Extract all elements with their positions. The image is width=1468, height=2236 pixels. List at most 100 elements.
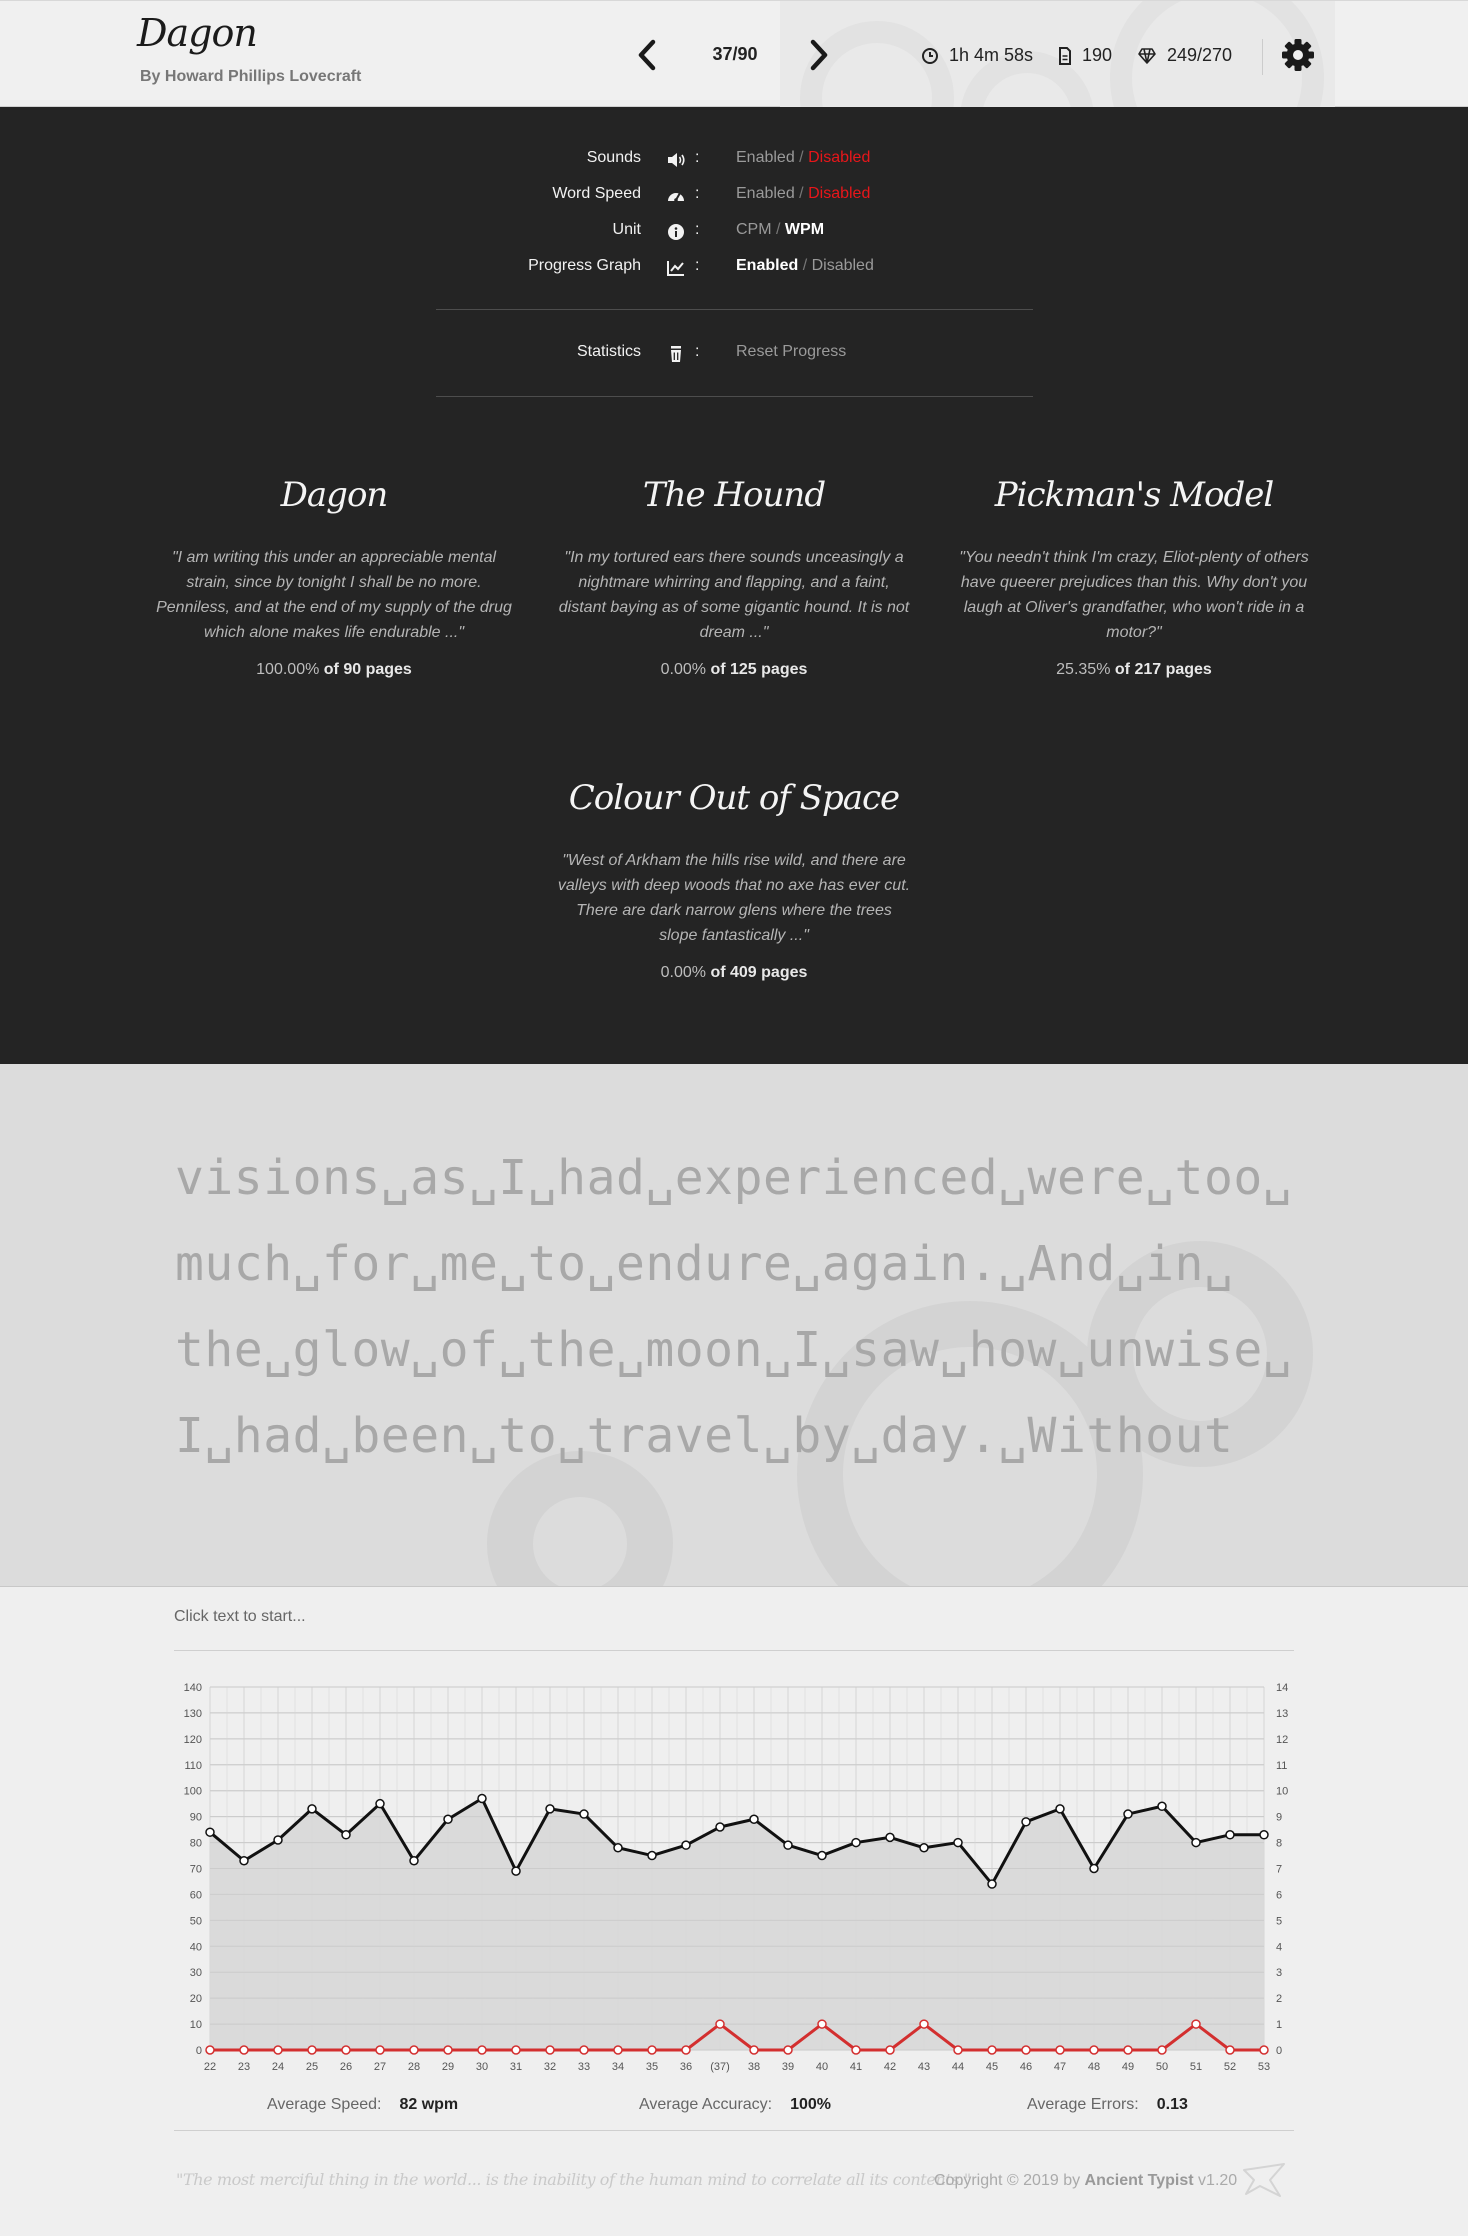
word-speed-options: Enabled / Disabled — [736, 185, 871, 202]
errors-point — [341, 2045, 351, 2055]
errors-point — [987, 2045, 997, 2055]
clock-icon — [922, 47, 938, 64]
setting-label: Word Speed — [552, 185, 641, 202]
setting-label: Unit — [612, 221, 641, 238]
x-tick-label: 43 — [918, 2061, 930, 2073]
errors-point — [1123, 2045, 1133, 2055]
errors-point — [205, 2045, 215, 2055]
x-tick-label: (37) — [710, 2061, 730, 2073]
story-quote: "West of Arkham the hills rise wild, and… — [557, 852, 911, 944]
speed-point — [647, 1850, 657, 1861]
errors-point — [851, 2045, 861, 2055]
progress-graph-enabled-option[interactable]: Enabled — [736, 257, 798, 274]
x-tick-label: 51 — [1190, 2061, 1202, 2073]
story-title[interactable]: Pickman's Model — [954, 465, 1314, 525]
speed-point — [443, 1814, 453, 1824]
x-tick-label: 30 — [476, 2061, 488, 2073]
speed-point — [749, 1814, 759, 1824]
errors-point — [477, 2045, 487, 2055]
story-card-the-hound[interactable]: The Hound "In my tortured ears there sou… — [554, 465, 914, 679]
speed-point — [1055, 1804, 1065, 1814]
reading-line[interactable]: the␣glow␣of␣the␣moon␣I␣saw␣how␣unwise␣ — [175, 1322, 1292, 1378]
start-hint[interactable]: Click text to start... — [174, 1608, 306, 1626]
speed-point — [1225, 1830, 1235, 1840]
x-tick-label: 25 — [306, 2061, 318, 2073]
story-card-pickmans-model[interactable]: Pickman's Model "You needn't think I'm c… — [954, 465, 1314, 679]
reading-line[interactable]: much␣for␣me␣to␣endure␣again.␣And␣in␣ — [175, 1236, 1233, 1292]
y-left-tick-label: 40 — [190, 1941, 202, 1953]
reading-text-area[interactable]: visions␣as␣I␣had␣experienced␣were␣too␣ m… — [0, 1064, 1468, 1587]
x-tick-label: 53 — [1258, 2061, 1270, 2073]
y-left-tick-label: 80 — [190, 1838, 202, 1850]
average-errors-value: 0.13 — [1156, 2096, 1188, 2113]
errors-point — [579, 2045, 589, 2055]
errors-point — [375, 2045, 385, 2055]
settings-divider — [436, 309, 1033, 310]
x-tick-label: 22 — [204, 2061, 216, 2073]
setting-row-progress-graph: Progress Graph : Enabled / Disabled — [0, 257, 1468, 281]
speed-point — [613, 1843, 623, 1853]
errors-point — [273, 2045, 283, 2055]
x-tick-label: 29 — [442, 2061, 454, 2073]
diamond-icon — [1138, 47, 1156, 64]
x-tick-label: 50 — [1156, 2061, 1168, 2073]
story-progress: 0.00% of 125 pages — [660, 661, 808, 678]
word-speed-enabled-option[interactable]: Enabled — [736, 185, 795, 202]
copyright: Copyright © 2019 by Ancient Typist v1.20 — [934, 2172, 1238, 2189]
sounds-disabled-option[interactable]: Disabled — [808, 149, 870, 166]
story-title[interactable]: The Hound — [554, 465, 914, 525]
setting-row-sounds: Sounds : Enabled / Disabled — [0, 149, 1468, 173]
setting-label: Sounds — [586, 149, 641, 166]
y-left-tick-label: 130 — [184, 1708, 202, 1720]
reading-line[interactable]: I␣had␣been␣to␣travel␣by␣day.␣Without — [175, 1408, 1233, 1464]
y-right-tick-label: 0 — [1276, 2045, 1282, 2057]
brand-logo-icon — [1243, 2163, 1285, 2197]
errors-point — [545, 2045, 555, 2055]
setting-label: Progress Graph — [528, 257, 641, 274]
unit-cpm-option[interactable]: CPM — [736, 221, 772, 238]
previous-page-button[interactable] — [633, 35, 663, 75]
y-right-tick-label: 6 — [1276, 1889, 1282, 1901]
x-tick-label: 36 — [680, 2061, 692, 2073]
story-progress: 25.35% of 217 pages — [1056, 661, 1212, 678]
info-icon — [668, 224, 684, 240]
speaker-icon — [668, 153, 685, 167]
speed-point — [953, 1837, 963, 1848]
story-title[interactable]: Dagon — [154, 465, 514, 525]
document-icon — [1059, 46, 1071, 65]
settings-button[interactable] — [1280, 37, 1316, 73]
sounds-enabled-option[interactable]: Enabled — [736, 149, 795, 166]
reading-line[interactable]: visions␣as␣I␣had␣experienced␣were␣too␣ — [175, 1150, 1292, 1206]
next-page-button[interactable] — [803, 35, 833, 75]
x-tick-label: 23 — [238, 2061, 250, 2073]
speed-point — [375, 1798, 385, 1809]
x-tick-label: 28 — [408, 2061, 420, 2073]
speed-point — [545, 1804, 555, 1814]
elapsed-time-stat: 1h 4m 58s — [921, 45, 1033, 66]
average-errors: Average Errors: 0.13 — [1027, 2096, 1188, 2113]
progress-graph-disabled-option[interactable]: Disabled — [812, 257, 874, 274]
story-card-colour-out-of-space[interactable]: Colour Out of Space "West of Arkham the … — [554, 768, 914, 982]
speed-point — [579, 1809, 589, 1819]
chevron-right-icon — [810, 39, 828, 71]
x-tick-label: 27 — [374, 2061, 386, 2073]
x-tick-label: 26 — [340, 2061, 352, 2073]
progress-graph-options: Enabled / Disabled — [736, 257, 874, 274]
reset-progress-button[interactable]: Reset Progress — [736, 343, 846, 360]
x-tick-label: 48 — [1088, 2061, 1100, 2073]
word-count: 190 — [1082, 45, 1113, 65]
story-quote: "In my tortured ears there sounds unceas… — [558, 549, 910, 641]
story-card-dagon[interactable]: Dagon "I am writing this under an apprec… — [154, 465, 514, 679]
word-speed-disabled-option[interactable]: Disabled — [808, 185, 870, 202]
top-header: Dagon By Howard Phillips Lovecraft 37/90… — [0, 0, 1468, 107]
speed-point — [341, 1830, 351, 1840]
y-left-tick-label: 20 — [190, 1993, 202, 2005]
speed-point — [307, 1804, 317, 1814]
errors-point — [885, 2045, 895, 2055]
average-speed-value: 82 wpm — [399, 2096, 459, 2113]
x-tick-label: 40 — [816, 2061, 828, 2073]
setting-row-unit: Unit : CPM / WPM — [0, 221, 1468, 245]
brand-link[interactable]: Ancient Typist — [1085, 2172, 1194, 2189]
unit-wpm-option[interactable]: WPM — [785, 221, 824, 238]
story-title[interactable]: Colour Out of Space — [554, 768, 914, 828]
